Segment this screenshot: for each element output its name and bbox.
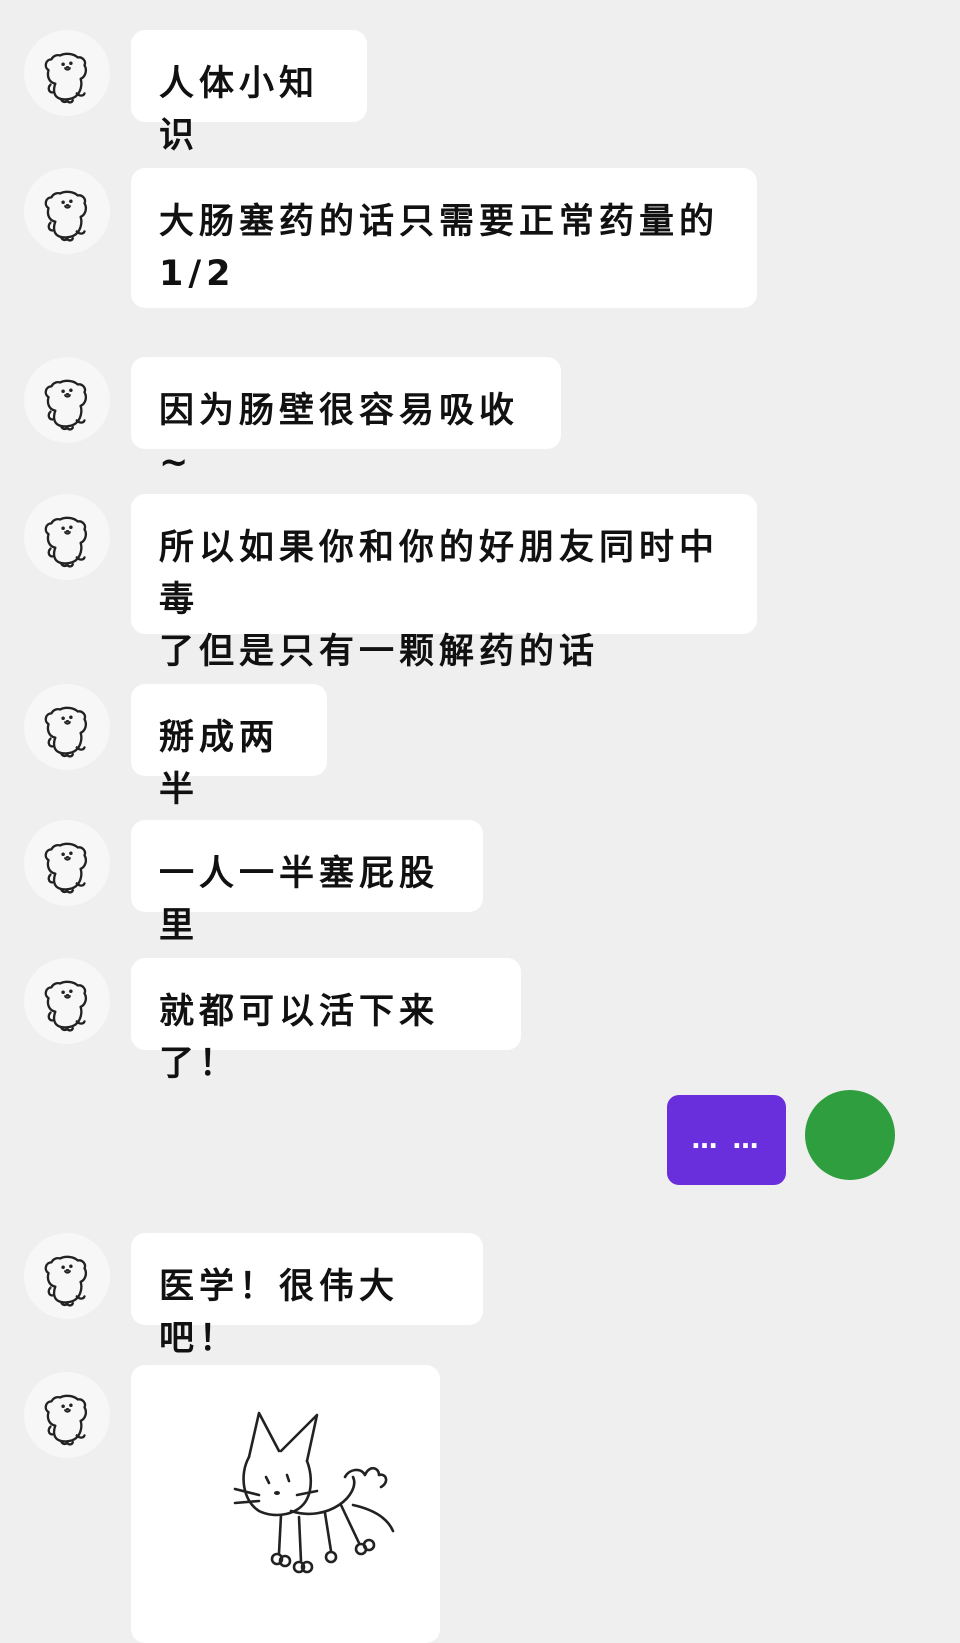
own-avatar[interactable] — [805, 1090, 895, 1180]
cat-sticker-icon — [233, 1411, 395, 1574]
dog-avatar-icon[interactable] — [24, 958, 110, 1044]
dog-avatar-icon[interactable] — [24, 820, 110, 906]
chat-area: 人体小知识 大肠塞药的话只需要正常药量的 1/2 因为肠壁很容易吸收~ 所以如果… — [0, 0, 960, 1643]
message-bubble[interactable]: 一人一半塞屁股里 — [131, 820, 483, 946]
dog-avatar-icon[interactable] — [24, 494, 110, 580]
dog-avatar-icon[interactable] — [24, 168, 110, 254]
message-bubble[interactable]: 所以如果你和你的好朋友同时中毒 了但是只有一颗解药的话 — [131, 494, 757, 672]
message-bubble[interactable]: 医学！很伟大吧！ — [131, 1233, 483, 1359]
own-message-bubble[interactable]: … … — [667, 1095, 786, 1185]
sticker-message[interactable] — [131, 1365, 440, 1643]
dog-avatar-icon[interactable] — [24, 684, 110, 770]
message-bubble[interactable]: 人体小知识 — [131, 30, 367, 156]
message-bubble[interactable]: 就都可以活下来了！ — [131, 958, 521, 1084]
message-bubble[interactable]: 掰成两半 — [131, 684, 327, 810]
message-bubble[interactable]: 大肠塞药的话只需要正常药量的 1/2 — [131, 168, 757, 308]
dog-avatar-icon[interactable] — [24, 30, 110, 116]
dog-avatar-icon[interactable] — [24, 1372, 110, 1458]
dog-avatar-icon[interactable] — [24, 357, 110, 443]
message-bubble[interactable]: 因为肠壁很容易吸收~ — [131, 357, 561, 483]
dog-avatar-icon[interactable] — [24, 1233, 110, 1319]
